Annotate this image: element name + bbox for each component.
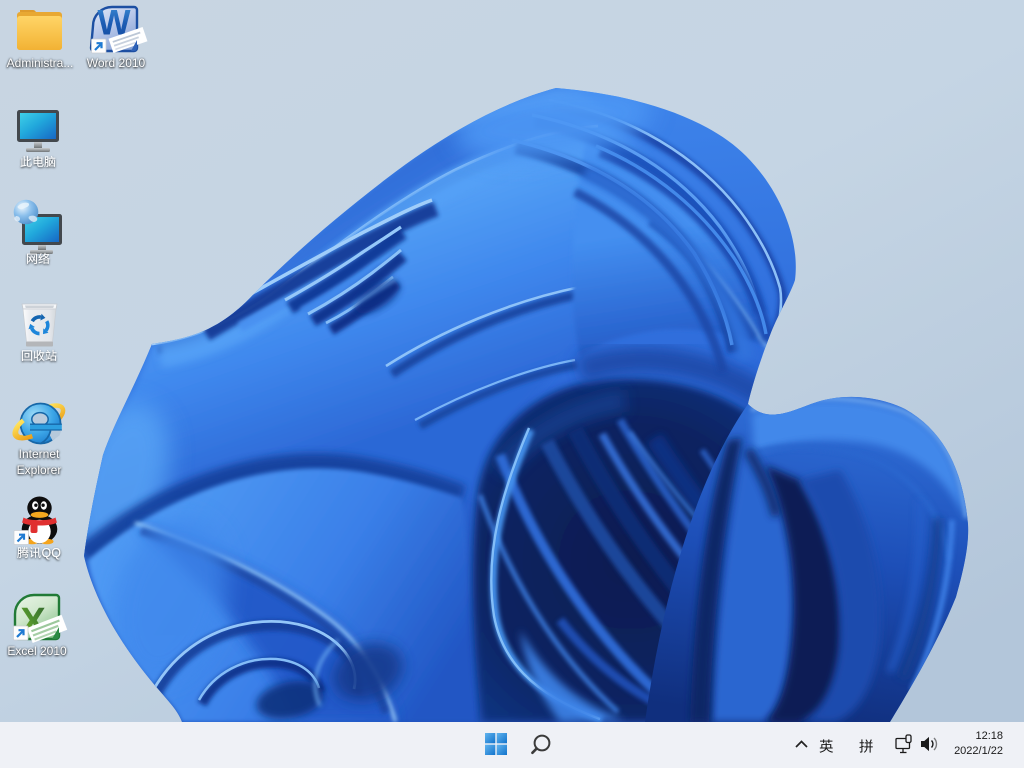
svg-text:QQ: QQ [42, 546, 62, 560]
